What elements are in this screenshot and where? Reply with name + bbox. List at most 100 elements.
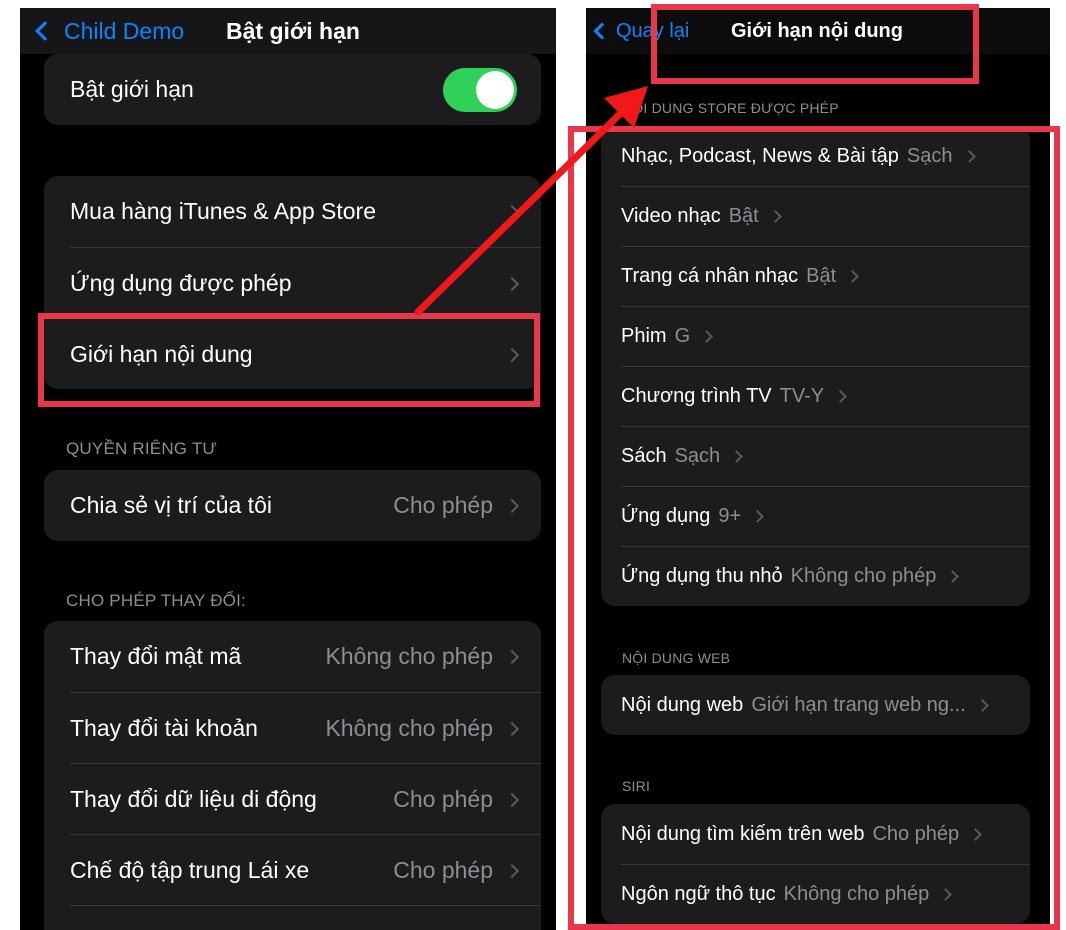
row-label: Trang cá nhân nhạc [621,264,799,287]
row-label: Mua hàng iTunes & App Store [70,198,377,224]
row-value: 9+ [718,504,742,527]
back-button[interactable]: Child Demo [34,8,184,54]
allowed-apps-row[interactable]: Ứng dụng được phép [44,248,541,319]
row-label: Sách [621,444,667,467]
row-value: TV-Y [779,384,825,407]
row-label: Nhạc, Podcast, News & Bài tập [621,144,899,167]
row-label: Bật giới hạn [70,76,194,102]
chevron-right-icon [969,827,983,841]
back-button-label: Quay lại [616,19,690,42]
row-value: G [674,324,691,347]
driving-focus-row[interactable]: Chế độ tập trung Lái xe Cho phép [44,835,541,906]
row-label: Chia sẻ vị trí của tôi [70,492,272,518]
restrictions-screen: Child Demo Bật giới hạn Bật giới hạn Mua… [20,8,556,930]
chevron-right-icon [504,204,520,219]
content-restrictions-row[interactable]: Giới hạn nội dung [44,319,541,389]
web-content-group: Nội dung web Giới hạn trang web ng... [601,675,1030,735]
toggle-knob [476,70,514,109]
web-search-content-row[interactable]: Nội dung tìm kiếm trên web Cho phép [601,804,1030,864]
chevron-right-icon [730,449,744,463]
chevron-right-icon [939,887,953,901]
row-value: Sạch [906,144,953,167]
chevron-right-icon [504,792,520,807]
row-label: Nội dung web [621,693,744,716]
row-value: Không cho phép [325,715,493,741]
chevron-right-icon [975,698,989,712]
row-value: Bật [728,204,759,227]
privacy-group: Chia sẻ vị trí của tôi Cho phép [44,470,541,541]
explicit-language-row[interactable]: Ngôn ngữ thô tục Không cho phép [601,864,1030,924]
row-label: Thay đổi dữ liệu di động [70,786,317,812]
allow-changes-section-header: CHO PHÉP THAY ĐỔI: [66,591,246,610]
row-label: Chương trình TV [621,384,772,407]
row-label: Nội dung tìm kiếm trên web [621,822,865,845]
row-label: Ứng dụng được phép [70,270,292,296]
page-title: Giới hạn nội dung [731,20,903,42]
row-label: Giới hạn nội dung [70,341,253,367]
chevron-right-icon [504,863,520,878]
apps-row[interactable]: Ứng dụng 9+ [601,486,1030,546]
row-value: Cho phép [872,822,960,845]
chevron-right-icon [962,149,976,163]
back-button-label: Child Demo [64,17,185,44]
back-button[interactable]: Quay lại [592,8,689,54]
allow-changes-group: Thay đổi mật mã Không cho phép Thay đổi … [44,621,541,930]
row-value: Giới hạn trang web ng... [751,693,966,716]
chevron-right-icon [946,569,960,583]
row-value: Cho phép [393,857,493,883]
chevron-left-icon [593,22,611,40]
row-label: Chế độ tập trung Lái xe [70,857,310,883]
movies-row[interactable]: Phim G [601,306,1030,366]
row-value: Cho phép [393,492,493,518]
row-value: Không cho phép [325,643,493,669]
app-clips-row[interactable]: Ứng dụng thu nhỏ Không cho phép [601,546,1030,606]
toggle-group: Bật giới hạn [44,54,541,125]
row-value: Không cho phép [790,564,937,587]
books-row[interactable]: Sách Sạch [601,426,1030,486]
row-label: Ngôn ngữ thô tục [621,882,776,905]
enable-restrictions-toggle[interactable] [443,67,517,112]
share-my-location-row[interactable]: Chia sẻ vị trí của tôi Cho phép [44,470,541,541]
chevron-right-icon [504,498,520,513]
row-value: Sạch [674,444,721,467]
siri-group: Nội dung tìm kiếm trên web Cho phép Ngôn… [601,804,1030,924]
siri-section-header: SIRI [622,778,651,794]
navigation-bar: Child Demo Bật giới hạn [20,8,556,54]
row-value: Bật [806,264,837,287]
row-divider [70,905,541,906]
row-label: Phim [621,324,667,347]
row-label: Video nhạc [621,204,721,227]
chevron-right-icon [834,389,847,403]
row-value: Cho phép [393,786,493,812]
music-videos-row[interactable]: Video nhạc Bật [601,186,1030,246]
music-podcasts-news-row[interactable]: Nhạc, Podcast, News & Bài tập Sạch [601,126,1030,186]
page-title: Bật giới hạn [226,18,360,44]
chevron-right-icon [504,276,520,291]
cellular-data-changes-row[interactable]: Thay đổi dữ liệu di động Cho phép [44,764,541,835]
chevron-right-icon [504,649,520,664]
tv-shows-row[interactable]: Chương trình TV TV-Y [601,366,1030,426]
chevron-left-icon [35,21,55,41]
chevron-right-icon [768,209,782,223]
navigation-bar: Quay lại Giới hạn nội dung [586,8,1050,54]
row-label: Ứng dụng thu nhỏ [621,564,783,587]
chevron-right-icon [700,329,714,343]
chevron-right-icon [846,269,860,283]
content-restrictions-screen: Quay lại Giới hạn nội dung NỘI DUNG STOR… [586,8,1050,930]
row-value: Không cho phép [783,882,930,905]
account-changes-row[interactable]: Thay đổi tài khoản Không cho phép [44,693,541,764]
store-content-section-header: NỘI DUNG STORE ĐƯỢC PHÉP [622,100,839,116]
privacy-section-header: QUYỀN RIÊNG TƯ [66,439,218,458]
passcode-changes-row[interactable]: Thay đổi mật mã Không cho phép [44,621,541,692]
itunes-app-store-purchases-row[interactable]: Mua hàng iTunes & App Store [44,176,541,247]
enable-restrictions-row: Bật giới hạn [44,54,541,125]
chevron-right-icon [504,347,520,362]
row-label: Thay đổi mật mã [70,643,242,669]
web-content-section-header: NỘI DUNG WEB [622,650,731,666]
row-label: Ứng dụng [621,504,711,527]
row-label: Thay đổi tài khoản [70,715,258,741]
chevron-right-icon [751,509,765,523]
music-profiles-row[interactable]: Trang cá nhân nhạc Bật [601,246,1030,306]
chevron-right-icon [504,721,520,736]
web-content-row[interactable]: Nội dung web Giới hạn trang web ng... [601,675,1030,735]
